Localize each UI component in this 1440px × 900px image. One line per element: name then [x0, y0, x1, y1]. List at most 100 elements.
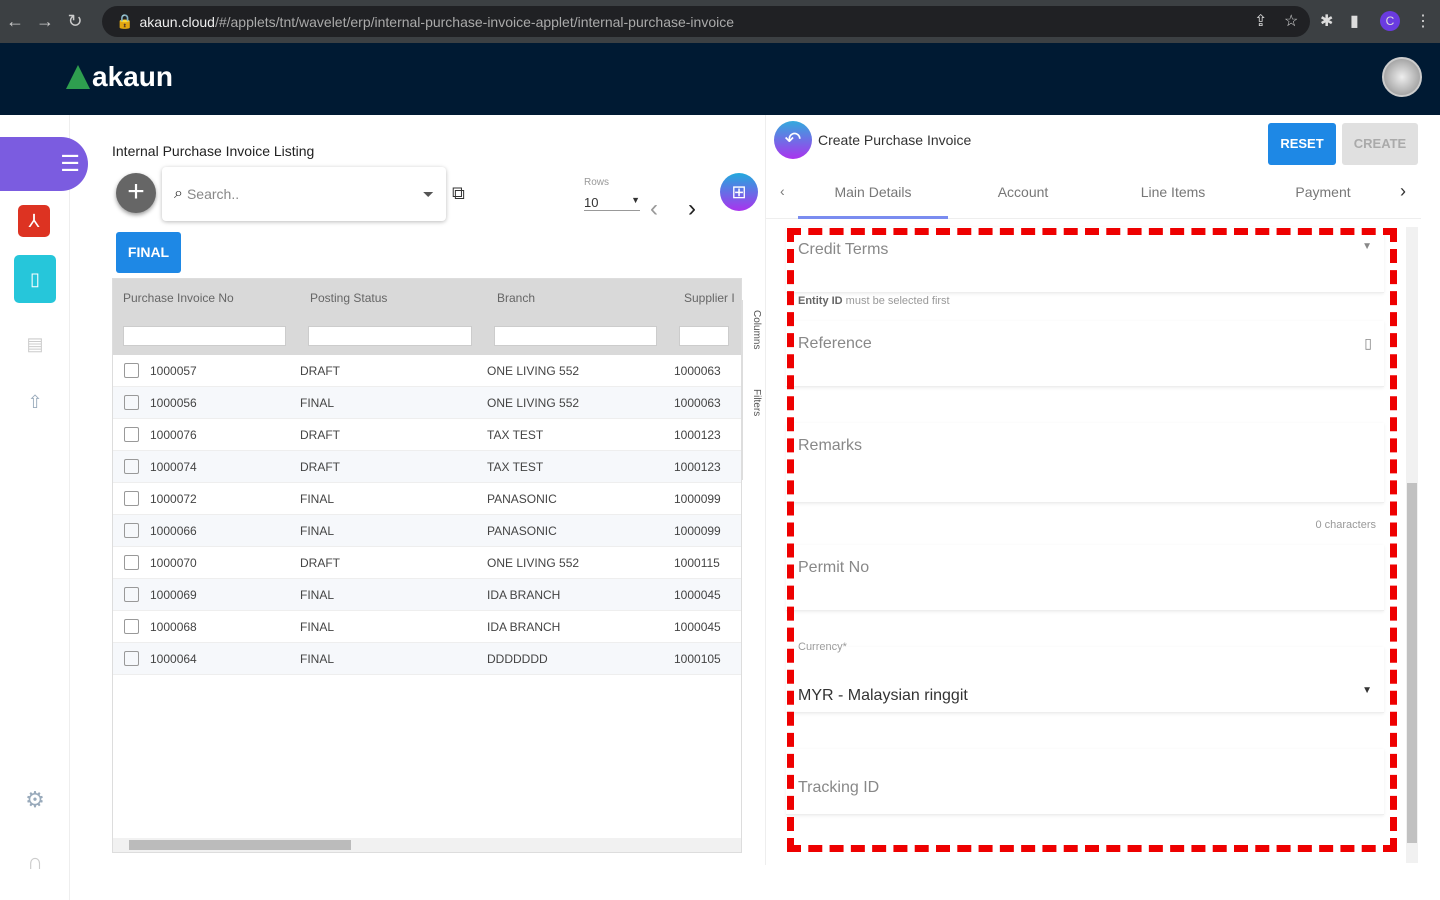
table-row[interactable]: 1000068 FINAL IDA BRANCH 1000045 [113, 611, 741, 643]
table-cell: IDA BRANCH [487, 619, 561, 634]
table-body: 1000057 DRAFT ONE LIVING 552 1000063 1000056… [113, 355, 741, 675]
row-checkbox[interactable] [124, 395, 139, 410]
extensions-icon[interactable]: ✱ [1320, 11, 1333, 31]
tab-payment[interactable]: Payment [1248, 184, 1398, 200]
row-checkbox[interactable] [124, 555, 139, 570]
scrollbar-thumb[interactable] [129, 840, 351, 850]
table-cell: 1000070 [150, 555, 197, 570]
table-row[interactable]: 1000056 FINAL ONE LIVING 552 1000063 [113, 387, 741, 419]
table-row[interactable]: 1000076 DRAFT TAX TEST 1000123 [113, 419, 741, 451]
sidebar-item-list[interactable]: ▤ [16, 325, 54, 363]
row-checkbox[interactable] [124, 363, 139, 378]
table-row[interactable]: 1000074 DRAFT TAX TEST 1000123 [113, 451, 741, 483]
app-grid-button[interactable]: ⊞ [720, 173, 758, 211]
table-row[interactable]: 1000066 FINAL PANASONIC 1000099 [113, 515, 741, 547]
sidebar-item-document[interactable]: ▯ [14, 255, 56, 303]
menu-collapse-icon[interactable]: ☰ [60, 151, 80, 177]
sidebar: ☰ ⅄ ▯ ▤ ⇧ ⚙ ∩ [0, 115, 88, 900]
menu-icon[interactable]: ⋮ [1415, 11, 1431, 31]
table-cell: DDDDDDD [487, 651, 548, 666]
rows-value: 10 [584, 195, 599, 210]
column-header[interactable]: Branch [487, 291, 674, 305]
export-icon[interactable]: ⧉ [452, 183, 465, 204]
lock-icon: 🔒 [116, 13, 134, 29]
row-checkbox[interactable] [124, 619, 139, 634]
sidepanel-icon[interactable]: ▮ [1350, 11, 1359, 31]
star-icon[interactable]: ☆ [1284, 11, 1298, 31]
table-row[interactable]: 1000072 FINAL PANASONIC 1000099 [113, 483, 741, 515]
filter-icon[interactable]: ⏷ [423, 186, 434, 203]
sidebar-item-support[interactable]: ∩ [16, 843, 54, 881]
table-row[interactable]: 1000057 DRAFT ONE LIVING 552 1000063 [113, 355, 741, 387]
add-button[interactable]: + [116, 173, 156, 213]
table-row[interactable]: 1000064 FINAL DDDDDDD 1000105 [113, 643, 741, 675]
table-cell: TAX TEST [487, 427, 544, 442]
table-cell: 1000045 [674, 587, 721, 602]
table-cell: 1000123 [674, 427, 721, 442]
column-header[interactable]: Supplier ID [674, 291, 734, 305]
tab-line-items[interactable]: Line Items [1098, 184, 1248, 200]
row-checkbox[interactable] [124, 427, 139, 442]
table-cell: TAX TEST [487, 459, 544, 474]
column-header[interactable]: Purchase Invoice No [113, 291, 300, 305]
row-checkbox[interactable] [124, 459, 139, 474]
table-cell: ONE LIVING 552 [487, 363, 580, 378]
filter-input[interactable] [123, 326, 287, 346]
filter-input[interactable] [493, 326, 658, 346]
rows-label: Rows [584, 177, 610, 188]
filter-input[interactable] [679, 326, 729, 346]
create-button[interactable]: CREATE [1342, 123, 1418, 165]
profile-avatar[interactable]: C [1380, 11, 1400, 31]
table-cell: FINAL [300, 619, 335, 634]
address-bar[interactable]: 🔒 akaun.cloud/#/applets/tnt/wavelet/erp/i… [102, 6, 1310, 37]
highlight-annotation [787, 228, 1397, 852]
gear-icon: ⚙ [25, 787, 45, 812]
row-checkbox[interactable] [124, 587, 139, 602]
prev-page-icon[interactable]: ‹ [650, 195, 658, 223]
row-checkbox[interactable] [124, 651, 139, 666]
sidebar-applet-active[interactable]: ☰ [0, 137, 88, 191]
table-cell: 1000123 [674, 459, 721, 474]
table-cell: DRAFT [300, 427, 340, 442]
filter-input[interactable] [308, 326, 472, 346]
sidebar-item-settings[interactable]: ⚙ [16, 781, 54, 819]
table-row[interactable]: 1000070 DRAFT ONE LIVING 552 1000115 [113, 547, 741, 579]
final-button[interactable]: FINAL [116, 232, 181, 273]
table-cell: 1000057 [150, 363, 197, 378]
sidebar-item-pdf[interactable]: ⅄ [18, 205, 50, 237]
tab-scroll-right-icon[interactable]: › [1400, 181, 1406, 202]
back-icon[interactable]: ← [0, 11, 30, 32]
tab-account[interactable]: Account [948, 184, 1098, 200]
rows-select[interactable]: 10 ▼ [584, 195, 640, 211]
tab-main-details[interactable]: Main Details [798, 184, 948, 219]
vertical-scrollbar[interactable] [1406, 227, 1418, 863]
search-box[interactable]: ⌕ Search.. ⏷ [162, 167, 446, 221]
horizontal-scrollbar[interactable] [113, 838, 741, 852]
sidebar-item-upload[interactable]: ⇧ [16, 383, 54, 421]
reload-icon[interactable]: ↻ [60, 11, 90, 32]
browser-toolbar: ← → ↻ 🔒 akaun.cloud/#/applets/tnt/wavelet… [0, 0, 1440, 43]
columns-tool[interactable]: Columns [751, 300, 762, 359]
search-input[interactable]: Search.. [187, 186, 239, 202]
table-cell: 1000074 [150, 459, 197, 474]
chevron-down-icon: ▼ [631, 195, 640, 205]
row-checkbox[interactable] [124, 491, 139, 506]
form-title: Create Purchase Invoice [818, 132, 972, 148]
table-cell: DRAFT [300, 459, 340, 474]
table-row[interactable]: 1000069 FINAL IDA BRANCH 1000045 [113, 579, 741, 611]
share-icon[interactable]: ⇪ [1254, 11, 1267, 31]
filters-tool[interactable]: Filters [751, 359, 762, 416]
user-avatar[interactable] [1382, 57, 1422, 97]
row-checkbox[interactable] [124, 523, 139, 538]
url-path: /#/applets/tnt/wavelet/erp/internal-purc… [214, 13, 735, 30]
column-header[interactable]: Posting Status [300, 291, 487, 305]
back-button[interactable]: ↶ [774, 121, 812, 159]
forward-icon[interactable]: → [30, 11, 60, 32]
tab-scroll-left-icon[interactable]: ‹ [780, 183, 785, 199]
next-page-icon[interactable]: › [688, 195, 696, 223]
scrollbar-thumb[interactable] [1407, 483, 1417, 843]
side-toolbar: ColumnsFilters [742, 300, 762, 480]
table-cell: 1000072 [150, 491, 197, 506]
reset-button[interactable]: RESET [1268, 123, 1336, 165]
table-cell: 1000099 [674, 523, 721, 538]
